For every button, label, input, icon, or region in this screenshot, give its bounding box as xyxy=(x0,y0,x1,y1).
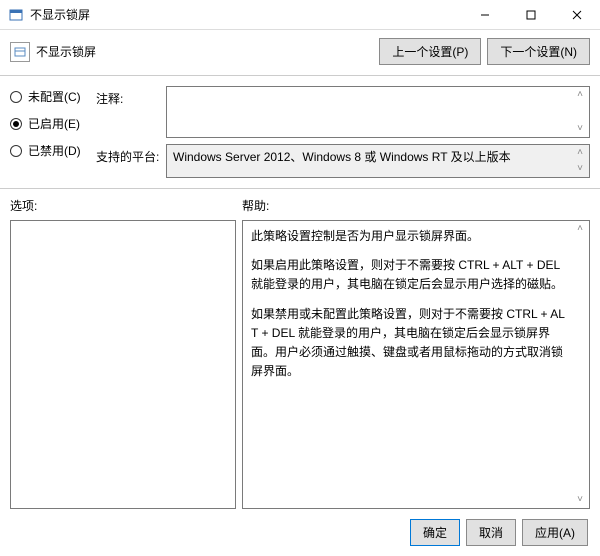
close-button[interactable] xyxy=(554,0,600,29)
dialog-footer: 确定 取消 应用(A) xyxy=(0,509,600,556)
help-label: 帮助: xyxy=(242,197,590,214)
apply-button[interactable]: 应用(A) xyxy=(522,519,588,546)
scroll-down-icon[interactable]: ˅ xyxy=(573,123,587,135)
window-titlebar: 不显示锁屏 xyxy=(0,0,600,30)
options-label: 选项: xyxy=(10,197,242,214)
radio-label: 已启用(E) xyxy=(28,115,80,132)
scroll-down-icon[interactable]: ˅ xyxy=(573,494,587,506)
minimize-button[interactable] xyxy=(462,0,508,29)
policy-title: 不显示锁屏 xyxy=(36,43,373,60)
help-paragraph: 如果启用此策略设置，则对于不需要按 CTRL + ALT + DEL 就能登录的… xyxy=(251,256,571,294)
scroll-down-icon[interactable]: ˅ xyxy=(573,163,587,175)
header: 不显示锁屏 上一个设置(P) 下一个设置(N) xyxy=(0,30,600,76)
radio-icon xyxy=(10,118,22,130)
scroll-up-icon[interactable]: ˄ xyxy=(573,89,587,101)
radio-icon xyxy=(10,145,22,157)
help-paragraph: 此策略设置控制是否为用户显示锁屏界面。 xyxy=(251,227,571,246)
radio-enabled[interactable]: 已启用(E) xyxy=(10,115,96,132)
scroll-up-icon[interactable]: ˄ xyxy=(573,147,587,159)
maximize-button[interactable] xyxy=(508,0,554,29)
help-paragraph: 如果禁用或未配置此策略设置，则对于不需要按 CTRL + ALT + DEL 就… xyxy=(251,305,571,382)
radio-label: 未配置(C) xyxy=(28,88,81,105)
comment-textbox[interactable]: ˄ ˅ xyxy=(166,86,590,138)
next-setting-button[interactable]: 下一个设置(N) xyxy=(487,38,590,65)
help-box: 此策略设置控制是否为用户显示锁屏界面。 如果启用此策略设置，则对于不需要按 CT… xyxy=(242,220,590,509)
lower-pane: 选项: 帮助: 此策略设置控制是否为用户显示锁屏界面。 如果启用此策略设置，则对… xyxy=(0,189,600,509)
options-box xyxy=(10,220,236,509)
scroll-up-icon[interactable]: ˄ xyxy=(573,223,587,235)
radio-disabled[interactable]: 已禁用(D) xyxy=(10,142,96,159)
radio-icon xyxy=(10,91,22,103)
ok-button[interactable]: 确定 xyxy=(410,519,460,546)
config-body: 未配置(C) 已启用(E) 已禁用(D) 注释: ˄ ˅ 支持的平台: Wind… xyxy=(0,76,600,189)
supported-on-textbox: Windows Server 2012、Windows 8 或 Windows … xyxy=(166,144,590,178)
radio-label: 已禁用(D) xyxy=(28,142,81,159)
window-title: 不显示锁屏 xyxy=(30,6,462,23)
supported-on-label: 支持的平台: xyxy=(96,144,166,178)
app-icon xyxy=(8,7,24,23)
state-radio-group: 未配置(C) 已启用(E) 已禁用(D) xyxy=(10,86,96,188)
cancel-button[interactable]: 取消 xyxy=(466,519,516,546)
supported-on-value: Windows Server 2012、Windows 8 或 Windows … xyxy=(173,150,511,164)
comment-label: 注释: xyxy=(96,86,166,138)
radio-not-configured[interactable]: 未配置(C) xyxy=(10,88,96,105)
policy-icon xyxy=(10,42,30,62)
previous-setting-button[interactable]: 上一个设置(P) xyxy=(379,38,481,65)
